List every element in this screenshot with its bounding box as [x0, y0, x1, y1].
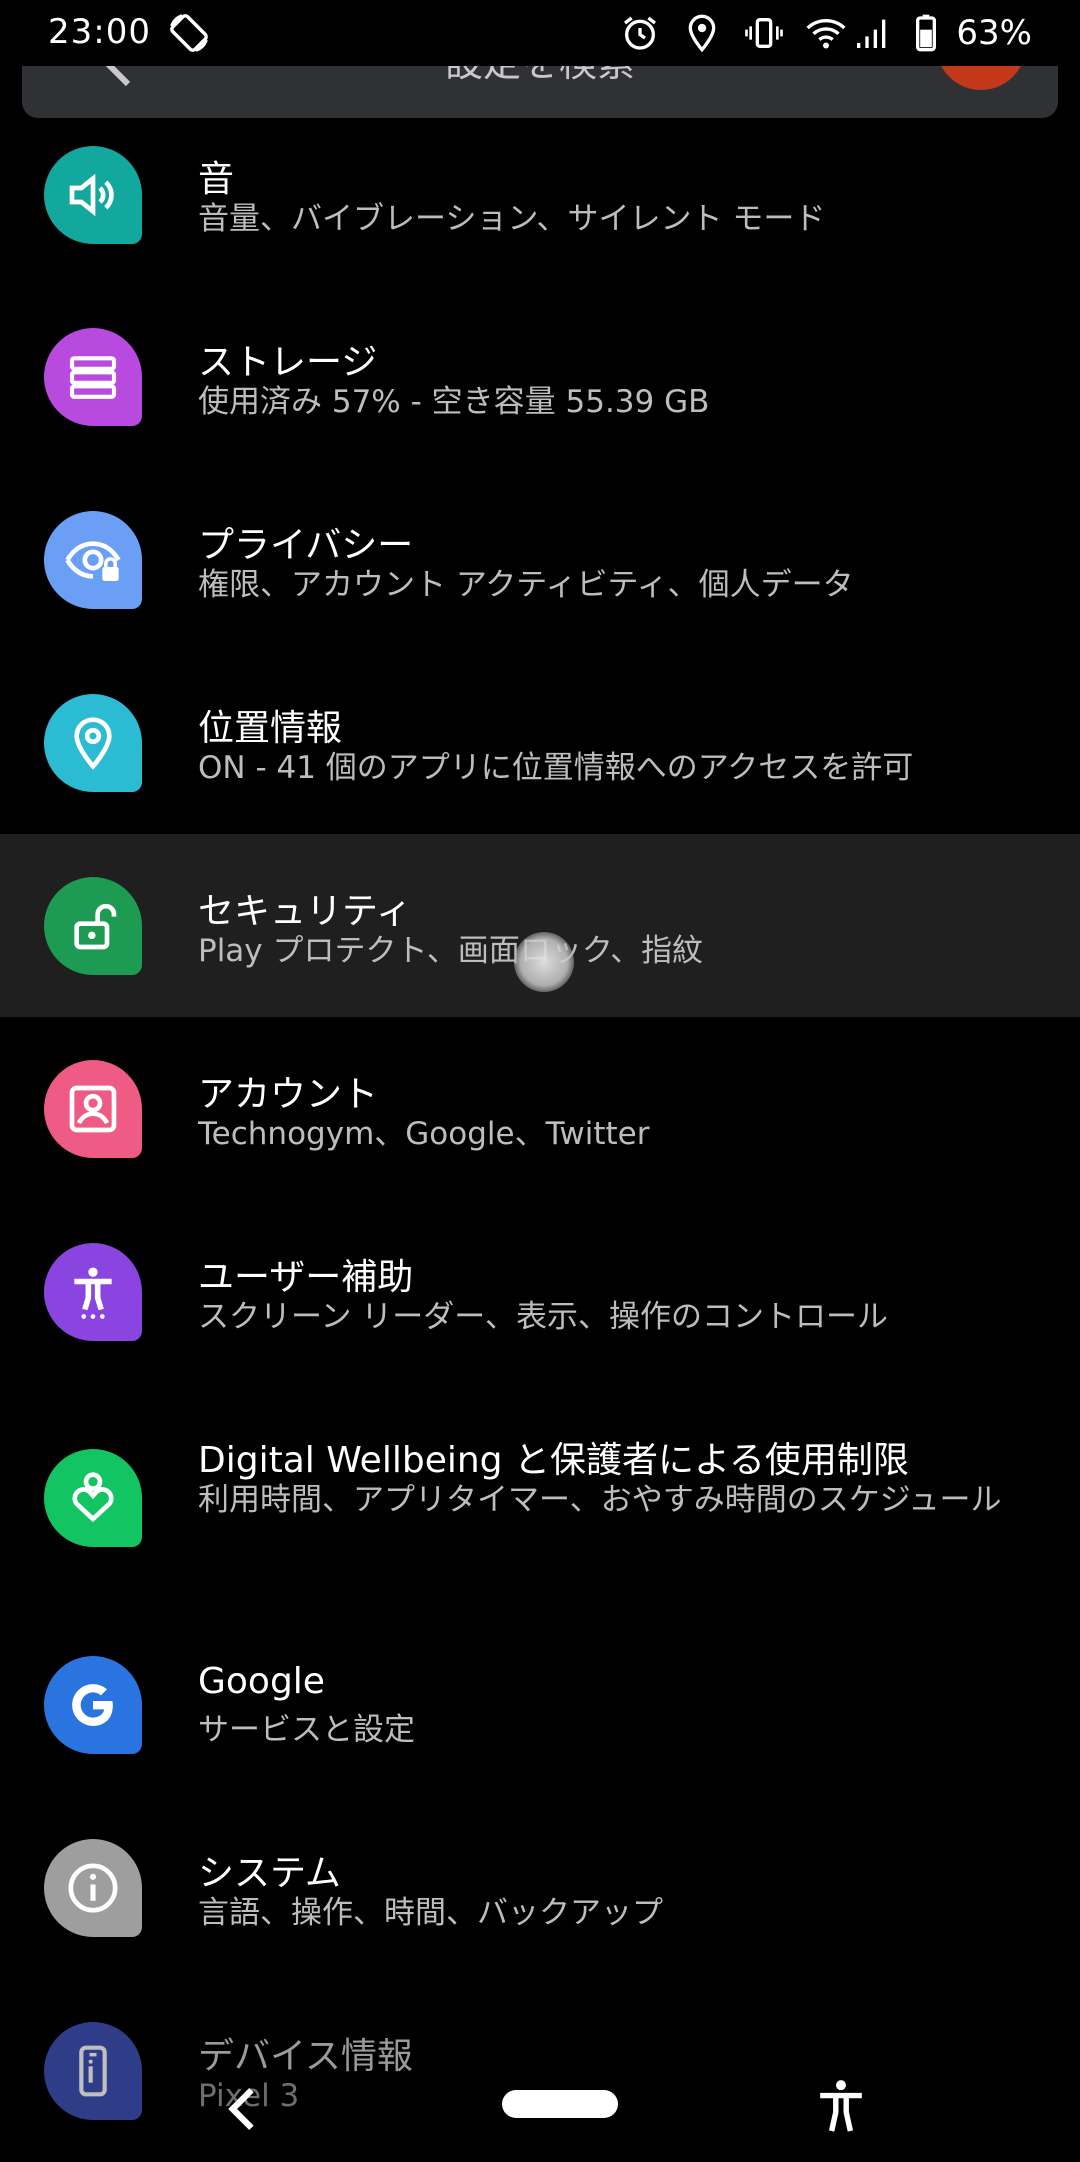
alarm-icon — [624, 16, 657, 50]
settings-item-title: セキュリティ — [198, 891, 412, 932]
auto-rotate-icon[interactable] — [168, 12, 210, 54]
location-icon — [689, 14, 716, 53]
settings-item-google[interactable]: Google サービスと設定 — [0, 1613, 1080, 1796]
settings-item-title: 位置情報 — [198, 708, 343, 749]
settings-item-subtitle: 使用済み 57% - 空き容量 55.39 GB — [198, 384, 710, 420]
google-icon — [44, 1656, 142, 1754]
settings-item-subtitle: 音量、バイブレーション、サイレント モード — [198, 201, 826, 237]
settings-item-title: 音 — [198, 159, 235, 200]
account-icon — [44, 1060, 142, 1158]
info-icon — [44, 1839, 142, 1937]
settings-item-subtitle: 権限、アカウント アクティビティ、個人データ — [198, 567, 854, 603]
settings-item-digital-wellbeing[interactable]: Digital Wellbeing と保護者による使用制限 利用時間、アプリタイ… — [0, 1383, 1080, 1613]
battery-icon — [916, 14, 937, 52]
settings-item-subtitle: 言語、操作、時間、バックアップ — [198, 1895, 663, 1931]
settings-item-title: プライバシー — [198, 525, 414, 566]
signal-icon — [857, 19, 886, 48]
settings-item-subtitle: Play プロテクト、画面ロック、指紋 — [198, 933, 704, 969]
settings-item-subtitle: 利用時間、アプリタイマー、おやすみ時間のスケジュール — [198, 1482, 1002, 1518]
settings-item-storage[interactable]: ストレージ 使用済み 57% - 空き容量 55.39 GB — [0, 283, 1080, 466]
wifi-icon — [806, 19, 846, 49]
settings-item-title: ユーザー補助 — [198, 1257, 414, 1298]
accessibility-icon — [44, 1243, 142, 1341]
settings-item-account[interactable]: アカウント Technogym、Google、Twitter — [0, 1017, 1080, 1200]
settings-item-title: ストレージ — [198, 342, 378, 383]
nav-back-icon[interactable] — [226, 2086, 256, 2132]
storage-icon — [44, 328, 142, 426]
settings-item-sound[interactable]: 音 音量、バイブレーション、サイレント モード — [0, 100, 1080, 283]
volume-icon — [44, 146, 142, 244]
settings-item-title: アカウント — [198, 1074, 379, 1115]
settings-item-system[interactable]: システム 言語、操作、時間、バックアップ — [0, 1796, 1080, 1979]
location-icon — [44, 694, 142, 792]
settings-item-privacy[interactable]: プライバシー 権限、アカウント アクティビティ、個人データ — [0, 466, 1080, 649]
settings-item-title: システム — [198, 1853, 341, 1894]
settings-item-location[interactable]: 位置情報 ON - 41 個のアプリに位置情報へのアクセスを許可 — [0, 649, 1080, 832]
lock-open-icon — [44, 877, 142, 975]
settings-item-accessibility[interactable]: ユーザー補助 スクリーン リーダー、表示、操作のコントロール — [0, 1200, 1080, 1383]
status-bar: 23:00 63% — [0, 0, 1080, 66]
touch-indicator — [514, 932, 574, 992]
accessibility-shortcut-icon[interactable] — [816, 2078, 866, 2134]
nav-home-pill[interactable] — [502, 2090, 618, 2118]
settings-item-subtitle: ON - 41 個のアプリに位置情報へのアクセスを許可 — [198, 750, 914, 786]
settings-item-subtitle: スクリーン リーダー、表示、操作のコントロール — [198, 1299, 888, 1335]
navigation-bar — [0, 2060, 1080, 2160]
status-time: 23:00 — [48, 12, 151, 52]
status-icons: 63% — [598, 10, 1032, 56]
settings-item-subtitle: サービスと設定 — [198, 1712, 415, 1748]
wellbeing-icon — [44, 1449, 142, 1547]
settings-item-title: Digital Wellbeing と保護者による使用制限 — [198, 1440, 909, 1481]
settings-item-subtitle: Technogym、Google、Twitter — [198, 1116, 650, 1152]
settings-item-title: Google — [198, 1661, 325, 1702]
privacy-icon — [44, 511, 142, 609]
vibrate-icon — [745, 18, 784, 48]
battery-percent: 63% — [956, 13, 1032, 53]
